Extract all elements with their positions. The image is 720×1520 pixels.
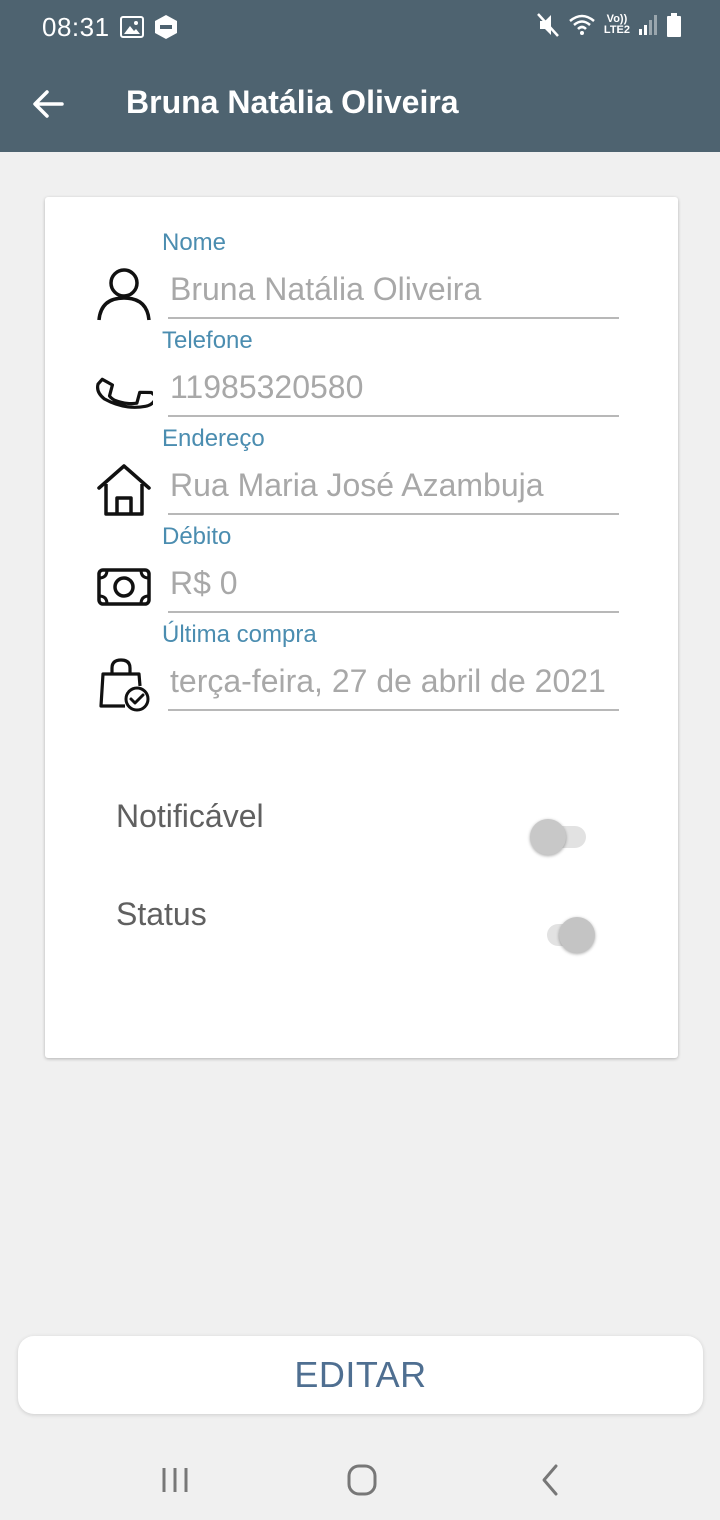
money-icon	[95, 558, 153, 616]
page-title: Bruna Natália Oliveira	[126, 84, 459, 120]
notifiable-switch[interactable]	[530, 817, 592, 857]
name-field[interactable]: Bruna Natália Oliveira	[168, 271, 619, 319]
home-button[interactable]	[332, 1458, 392, 1502]
shopping-bag-check-icon	[95, 656, 153, 714]
name-label: Nome	[162, 229, 227, 256]
status-bar: 08:31 Vo)) LTE2	[0, 0, 720, 56]
arrow-left-icon	[33, 90, 64, 118]
system-navigation-bar	[0, 1440, 720, 1520]
client-details-card: Nome Bruna Natália Oliveira Telefone 119…	[45, 197, 678, 1058]
back-button[interactable]	[26, 82, 70, 126]
app-bar: 08:31 Vo)) LTE2 Bruna Natália Oliveira	[0, 0, 720, 152]
last-purchase-field[interactable]: terça-feira, 27 de abril de 2021	[168, 663, 619, 711]
switch-thumb	[530, 819, 566, 855]
lte-line-2: LTE2	[603, 24, 630, 36]
switch-thumb	[559, 917, 595, 953]
status-switch[interactable]	[537, 915, 599, 955]
back-icon	[542, 1464, 558, 1496]
debt-label: Débito	[162, 523, 232, 550]
gallery-icon	[120, 16, 144, 38]
phone-label: Telefone	[162, 327, 253, 354]
status-time: 08:31	[42, 12, 110, 42]
home-icon	[347, 1464, 377, 1496]
recent-apps-button[interactable]	[146, 1458, 206, 1502]
app-notification-icon	[154, 14, 178, 40]
recent-apps-icon	[162, 1468, 188, 1492]
address-field[interactable]: Rua Maria José Azambuja	[168, 467, 619, 515]
battery-icon	[666, 12, 682, 38]
mute-icon	[536, 12, 560, 38]
debt-field[interactable]: R$ 0	[168, 565, 619, 613]
lte-indicator: Vo)) LTE2	[604, 14, 630, 36]
notifiable-label: Notificável	[116, 798, 264, 834]
last-purchase-label: Última compra	[162, 621, 317, 648]
person-icon	[95, 264, 153, 322]
system-back-button[interactable]	[520, 1458, 580, 1502]
edit-button[interactable]: EDITAR	[18, 1336, 703, 1414]
house-icon	[95, 460, 153, 518]
status-label: Status	[116, 896, 207, 932]
phone-icon	[95, 362, 158, 420]
wifi-icon	[568, 13, 596, 37]
signal-icon	[638, 14, 658, 36]
address-label: Endereço	[162, 425, 265, 452]
phone-field[interactable]: 11985320580	[168, 369, 619, 417]
